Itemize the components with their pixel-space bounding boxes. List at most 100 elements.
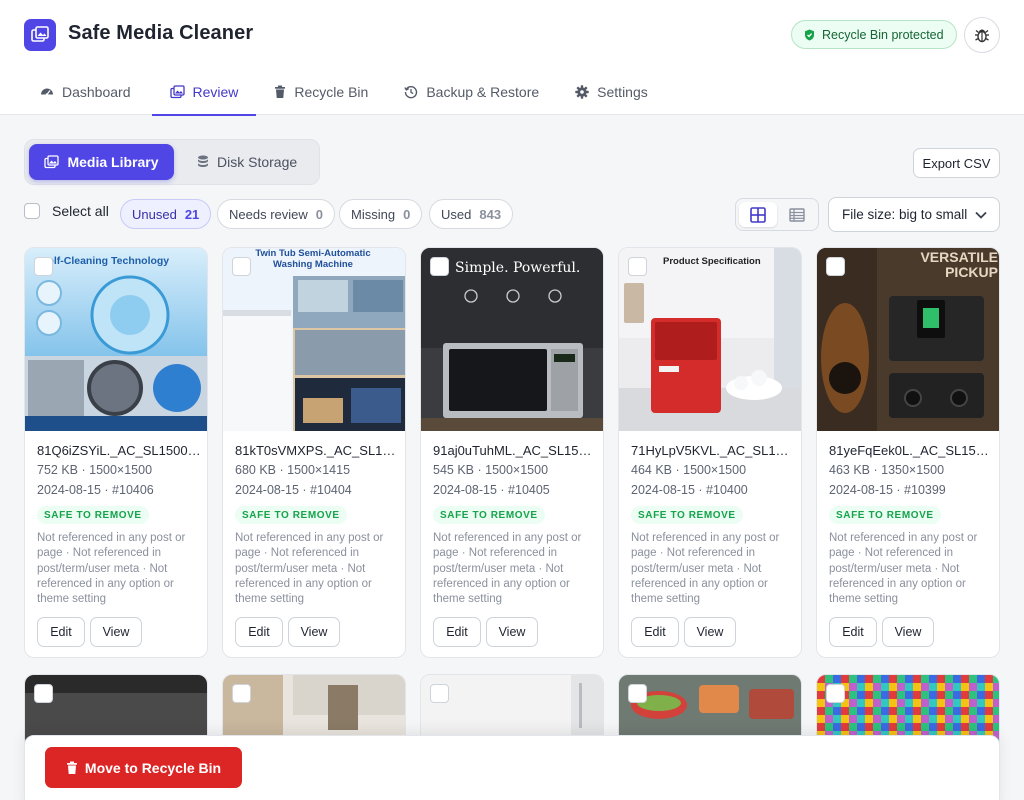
history-icon [404, 85, 418, 98]
media-card[interactable]: Self-Cleaning Technology 81Q6iZSYiL._AC_… [24, 247, 208, 658]
grid-view-button[interactable] [739, 202, 777, 227]
media-filename: 91aj0uTuhML._AC_SL1500_.jpg [433, 443, 597, 458]
media-select-checkbox[interactable] [628, 684, 647, 703]
media-size-dimensions: 464 KB · 1500×1500 [631, 463, 747, 477]
disk-storage-button[interactable]: Disk Storage [197, 144, 312, 180]
view-button[interactable]: View [486, 617, 538, 647]
media-size-dimensions: 752 KB · 1500×1500 [37, 463, 153, 477]
media-card[interactable]: VERSATILE PICKUP 81yeFqEek0L._AC_SL1500_… [816, 247, 1000, 658]
dashboard-icon [41, 88, 53, 96]
trash-icon [66, 761, 77, 774]
media-date-id: 2024-08-15 · #10406 [37, 483, 154, 497]
select-all-checkbox[interactable] [24, 203, 40, 219]
media-select-checkbox[interactable] [430, 684, 449, 703]
filter-label: Used [441, 206, 472, 222]
view-button[interactable]: View [684, 617, 736, 647]
media-date-id: 2024-08-15 · #10399 [829, 483, 946, 497]
view-button[interactable]: View [90, 617, 142, 647]
media-thumbnail[interactable]: Product Specification [619, 248, 801, 431]
list-view-button[interactable] [778, 202, 816, 227]
media-select-checkbox[interactable] [826, 684, 845, 703]
bulk-action-bar: Move to Recycle Bin [24, 735, 1000, 800]
thumbnail-caption: Product Specification [663, 256, 761, 267]
tab-review[interactable]: Review [151, 68, 257, 116]
select-all[interactable]: Select all [24, 203, 109, 219]
thumbnail-caption: Simple. Powerful. [455, 260, 581, 276]
tab-review-label: Review [192, 83, 239, 100]
edit-button[interactable]: Edit [829, 617, 877, 647]
source-toggle: Media Library Disk Storage [24, 139, 320, 185]
safe-to-remove-badge: SAFE TO REMOVE [433, 506, 545, 524]
media-filename: 81Q6iZSYiL._AC_SL1500_.jpg [37, 443, 201, 458]
debug-button[interactable] [964, 17, 1000, 53]
media-filename: 81yeFqEek0L._AC_SL1500_.jpg [829, 443, 993, 458]
database-icon [198, 155, 208, 167]
grid-icon [750, 206, 766, 223]
media-select-checkbox[interactable] [232, 684, 251, 703]
view-toggle [735, 198, 819, 231]
filter-used[interactable]: Used 843 [429, 199, 514, 229]
media-usage-reason: Not referenced in any post or page · Not… [235, 532, 384, 606]
media-library-label: Media Library [67, 154, 159, 170]
media-usage-reason: Not referenced in any post or page · Not… [433, 532, 582, 606]
media-select-checkbox[interactable] [34, 257, 53, 276]
move-to-recycle-bin-button[interactable]: Move to Recycle Bin [45, 747, 242, 788]
media-thumbnail[interactable]: VERSATILE PICKUP [817, 248, 999, 431]
view-button[interactable]: View [288, 617, 340, 647]
tab-settings[interactable]: Settings [557, 68, 666, 115]
media-select-checkbox[interactable] [34, 684, 53, 703]
edit-button[interactable]: Edit [37, 617, 85, 647]
media-card[interactable]: Product Specification 71HyLpV5KVL._AC_SL… [618, 247, 802, 658]
thumbnail-caption: Self-Cleaning Technology [41, 255, 170, 267]
table-list-icon [789, 207, 805, 222]
trash-icon [275, 85, 286, 98]
safe-to-remove-badge: SAFE TO REMOVE [631, 506, 743, 524]
edit-button[interactable]: Edit [631, 617, 679, 647]
tab-recycle-bin-label: Recycle Bin [294, 83, 369, 100]
safe-to-remove-badge: SAFE TO REMOVE [829, 506, 941, 524]
filter-label: Needs review [229, 206, 308, 222]
safe-to-remove-badge: SAFE TO REMOVE [235, 506, 347, 524]
tab-recycle-bin[interactable]: Recycle Bin [256, 68, 386, 115]
media-date-id: 2024-08-15 · #10404 [235, 483, 352, 497]
edit-button[interactable]: Edit [235, 617, 283, 647]
media-thumbnail[interactable]: Simple. Powerful. [421, 248, 603, 431]
export-csv-button[interactable]: Export CSV [913, 148, 1000, 178]
filter-missing[interactable]: Missing 0 [339, 199, 423, 229]
filter-unused[interactable]: Unused 21 [120, 199, 212, 229]
media-size-dimensions: 463 KB · 1350×1500 [829, 463, 945, 477]
app-logo [24, 19, 56, 51]
edit-button[interactable]: Edit [433, 617, 481, 647]
tab-settings-label: Settings [597, 83, 648, 100]
protected-badge-label: Recycle Bin protected [822, 27, 944, 42]
media-filename: 81kT0sVMXPS._AC_SL1500_.jpg [235, 443, 399, 458]
media-card[interactable]: Simple. Powerful. 91aj0uTuhML._AC_SL1500… [420, 247, 604, 658]
tab-backup-restore[interactable]: Backup & Restore [386, 68, 557, 115]
disk-storage-label: Disk Storage [217, 154, 298, 170]
media-size-dimensions: 680 KB · 1500×1415 [235, 463, 351, 477]
top-header: Safe Media Cleaner Recycle Bin protected [0, 0, 1024, 116]
filter-count: 0 [403, 206, 411, 222]
media-thumbnail[interactable]: Twin Tub Semi-Automatic Washing Machine [223, 248, 405, 431]
filter-needs-review[interactable]: Needs review 0 [217, 199, 335, 229]
media-select-checkbox[interactable] [826, 257, 845, 276]
media-size-dimensions: 545 KB · 1500×1500 [433, 463, 549, 477]
media-library-button[interactable]: Media Library [29, 144, 174, 180]
view-button[interactable]: View [882, 617, 934, 647]
media-select-checkbox[interactable] [430, 257, 449, 276]
main-nav: Dashboard Review Recycle Bin Backup & Re… [0, 68, 666, 116]
media-usage-reason: Not referenced in any post or page · Not… [631, 532, 780, 606]
tab-dashboard[interactable]: Dashboard [0, 68, 149, 115]
media-filename: 71HyLpV5KVL._AC_SL1500_.jpg [631, 443, 795, 458]
sort-select[interactable]: File size: big to small [828, 197, 1000, 232]
media-date-id: 2024-08-15 · #10400 [631, 483, 748, 497]
media-card[interactable]: Twin Tub Semi-Automatic Washing Machine … [222, 247, 406, 658]
recycle-bin-protected-badge: Recycle Bin protected [791, 20, 957, 49]
sort-select-value: File size: big to small [842, 207, 968, 222]
media-thumbnail[interactable]: Self-Cleaning Technology [25, 248, 207, 431]
media-select-checkbox[interactable] [232, 257, 251, 276]
filter-label: Unused [132, 206, 177, 222]
app-title: Safe Media Cleaner [68, 22, 254, 44]
media-select-checkbox[interactable] [628, 257, 647, 276]
bug-icon [975, 29, 989, 43]
